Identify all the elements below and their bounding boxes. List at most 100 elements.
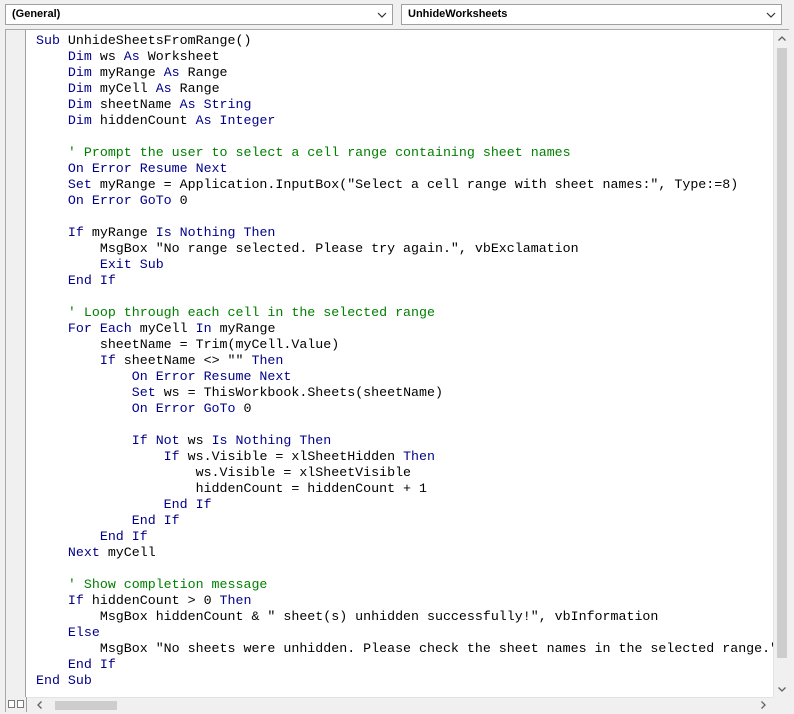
code-text: myRange <box>91 225 156 240</box>
code-line[interactable] <box>36 561 773 577</box>
code-line[interactable]: Exit Sub <box>36 257 773 273</box>
code-keyword: In <box>195 321 220 336</box>
code-line[interactable]: If myRange Is Nothing Then <box>36 225 773 241</box>
code-line[interactable]: Else <box>36 625 773 641</box>
code-line[interactable]: Dim hiddenCount As Integer <box>36 113 773 129</box>
code-line[interactable]: Set ws = ThisWorkbook.Sheets(sheetName) <box>36 385 773 401</box>
code-keyword: Then <box>219 593 252 608</box>
code-comment: ' Loop through each cell in the selected… <box>67 305 435 320</box>
procedure-view-icon[interactable] <box>8 700 15 708</box>
code-line[interactable]: hiddenCount = hiddenCount + 1 <box>36 481 773 497</box>
code-keyword: End If <box>163 497 212 512</box>
code-line[interactable]: If Not ws Is Nothing Then <box>36 433 773 449</box>
code-line[interactable]: Sub UnhideSheetsFromRange() <box>36 33 773 49</box>
code-keyword: End Sub <box>36 673 92 688</box>
margin-indicator-bar[interactable] <box>6 30 26 697</box>
code-line[interactable]: On Error GoTo 0 <box>36 193 773 209</box>
code-line[interactable]: ws.Visible = xlSheetVisible <box>36 465 773 481</box>
code-line[interactable] <box>36 417 773 433</box>
code-text: MsgBox "No range selected. Please try ag… <box>36 241 579 256</box>
code-line[interactable]: If ws.Visible = xlSheetHidden Then <box>36 449 773 465</box>
code-line[interactable]: ' Loop through each cell in the selected… <box>36 305 773 321</box>
code-lines: Sub UnhideSheetsFromRange() Dim ws As Wo… <box>36 33 773 689</box>
code-line[interactable]: Set myRange = Application.InputBox("Sele… <box>36 177 773 193</box>
code-line[interactable]: Dim sheetName As String <box>36 97 773 113</box>
code-line[interactable] <box>36 209 773 225</box>
code-keyword: Then <box>251 353 284 368</box>
scroll-up-arrow-icon[interactable] <box>774 30 790 46</box>
code-line[interactable]: End If <box>36 497 773 513</box>
code-keyword: Set <box>67 177 100 192</box>
code-keyword: End If <box>99 529 148 544</box>
code-line[interactable]: Next myCell <box>36 545 773 561</box>
code-text: UnhideSheetsFromRange() <box>67 33 252 48</box>
full-module-view-icon[interactable] <box>17 700 24 708</box>
code-line[interactable]: If hiddenCount > 0 Then <box>36 593 773 609</box>
code-editor[interactable]: Sub UnhideSheetsFromRange() Dim ws As Wo… <box>27 30 773 697</box>
code-keyword: Then <box>403 449 435 464</box>
scroll-left-arrow-icon[interactable] <box>31 698 47 712</box>
code-text: hiddenCount <box>99 113 196 128</box>
procedure-dropdown[interactable]: UnhideWorksheets <box>401 4 782 25</box>
code-line[interactable]: End If <box>36 529 773 545</box>
code-text: MsgBox hiddenCount & " sheet(s) unhidden… <box>36 609 659 624</box>
code-line[interactable] <box>36 289 773 305</box>
code-text: Worksheet <box>147 49 220 64</box>
code-line[interactable]: sheetName = Trim(myCell.Value) <box>36 337 773 353</box>
code-line[interactable]: MsgBox "No sheets were unhidden. Please … <box>36 641 773 657</box>
code-line[interactable]: End If <box>36 657 773 673</box>
scroll-right-arrow-icon[interactable] <box>755 698 771 712</box>
code-line[interactable]: Dim ws As Worksheet <box>36 49 773 65</box>
horizontal-scroll-thumb[interactable] <box>55 701 117 710</box>
code-line[interactable] <box>36 129 773 145</box>
code-text: 0 <box>243 401 252 416</box>
code-line[interactable]: Dim myCell As Range <box>36 81 773 97</box>
code-text: ws.Visible = xlSheetHidden <box>187 449 404 464</box>
code-line[interactable]: On Error Resume Next <box>36 161 773 177</box>
code-line[interactable]: ' Show completion message <box>36 577 773 593</box>
object-dropdown[interactable]: (General) <box>5 4 393 25</box>
chevron-down-icon[interactable] <box>375 5 389 24</box>
code-keyword: Dim <box>67 113 100 128</box>
code-line[interactable]: End If <box>36 273 773 289</box>
code-keyword: As <box>155 81 180 96</box>
code-keyword: End If <box>67 657 116 672</box>
code-keyword: Sub <box>36 33 68 48</box>
code-line[interactable]: End Sub <box>36 673 773 689</box>
code-keyword: Next <box>67 545 108 560</box>
code-keyword: Dim <box>67 49 100 64</box>
vertical-scrollbar[interactable] <box>773 30 789 697</box>
code-text: MsgBox "No sheets were unhidden. Please … <box>99 641 773 656</box>
code-keyword: Dim <box>67 81 100 96</box>
code-line[interactable]: On Error Resume Next <box>36 369 773 385</box>
horizontal-scrollbar[interactable] <box>27 697 773 712</box>
code-text: sheetName = Trim(myCell.Value) <box>36 337 340 352</box>
code-keyword: As String <box>179 97 252 112</box>
chevron-down-icon[interactable] <box>764 5 778 24</box>
code-line[interactable]: Dim myRange As Range <box>36 65 773 81</box>
code-line[interactable]: For Each myCell In myRange <box>36 321 773 337</box>
code-line[interactable]: On Error GoTo 0 <box>36 401 773 417</box>
code-line[interactable]: End If <box>36 513 773 529</box>
vertical-scroll-thumb[interactable] <box>777 48 787 658</box>
code-line[interactable]: ' Prompt the user to select a cell range… <box>36 145 773 161</box>
code-text: myCell <box>139 321 196 336</box>
code-line[interactable]: MsgBox "No range selected. Please try ag… <box>36 241 773 257</box>
code-line[interactable]: MsgBox hiddenCount & " sheet(s) unhidden… <box>36 609 773 625</box>
code-keyword: Dim <box>67 65 100 80</box>
scroll-down-arrow-icon[interactable] <box>774 681 790 697</box>
code-line[interactable]: If sheetName <> "" Then <box>36 353 773 369</box>
